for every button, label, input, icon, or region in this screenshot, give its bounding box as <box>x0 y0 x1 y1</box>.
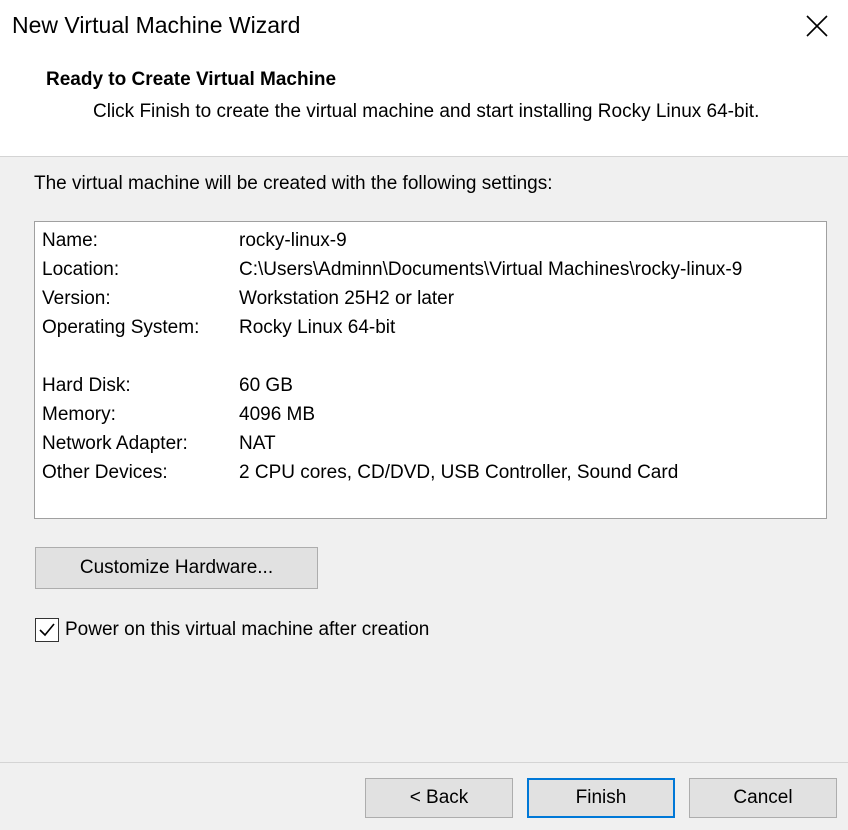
setting-label: Location: <box>42 259 120 280</box>
power-on-option[interactable]: Power on this virtual machine after crea… <box>35 616 429 644</box>
settings-intro: The virtual machine will be created with… <box>34 173 553 194</box>
setting-label: Hard Disk: <box>42 375 131 396</box>
setting-value: rocky-linux-9 <box>239 230 347 251</box>
footer-divider <box>0 762 848 763</box>
back-button[interactable]: < Back <box>365 778 513 818</box>
window-title: New Virtual Machine Wizard <box>12 12 301 38</box>
wizard-window: New Virtual Machine Wizard Ready to Crea… <box>0 0 848 830</box>
customize-hardware-button[interactable]: Customize Hardware... <box>35 547 318 589</box>
setting-value: 60 GB <box>239 375 293 396</box>
power-on-checkbox[interactable] <box>35 618 59 642</box>
setting-value: 2 CPU cores, CD/DVD, USB Controller, Sou… <box>239 462 679 483</box>
cancel-button[interactable]: Cancel <box>689 778 837 818</box>
checkmark-icon <box>39 623 55 637</box>
close-button[interactable] <box>786 0 848 52</box>
setting-value: Rocky Linux 64-bit <box>239 317 396 338</box>
setting-value: NAT <box>239 433 276 454</box>
settings-summary: Name: rocky-linux-9 Location: C:\Users\A… <box>34 221 827 519</box>
power-on-label[interactable]: Power on this virtual machine after crea… <box>65 619 429 641</box>
setting-value: 4096 MB <box>239 404 316 425</box>
setting-value: C:\Users\Adminn\Documents\Virtual Machin… <box>239 259 743 280</box>
setting-label: Operating System: <box>42 317 200 338</box>
setting-label: Other Devices: <box>42 462 168 483</box>
finish-button[interactable]: Finish <box>527 778 675 818</box>
setting-label: Name: <box>42 230 98 251</box>
page-description: Click Finish to create the virtual machi… <box>93 101 760 122</box>
setting-label: Memory: <box>42 404 116 425</box>
setting-label: Network Adapter: <box>42 433 188 454</box>
close-icon <box>806 15 828 37</box>
wizard-header: Ready to Create Virtual Machine Click Fi… <box>0 55 848 157</box>
page-title: Ready to Create Virtual Machine <box>46 69 337 90</box>
setting-label: Version: <box>42 288 111 309</box>
setting-value: Workstation 25H2 or later <box>239 288 455 309</box>
title-bar: New Virtual Machine Wizard <box>0 0 848 55</box>
